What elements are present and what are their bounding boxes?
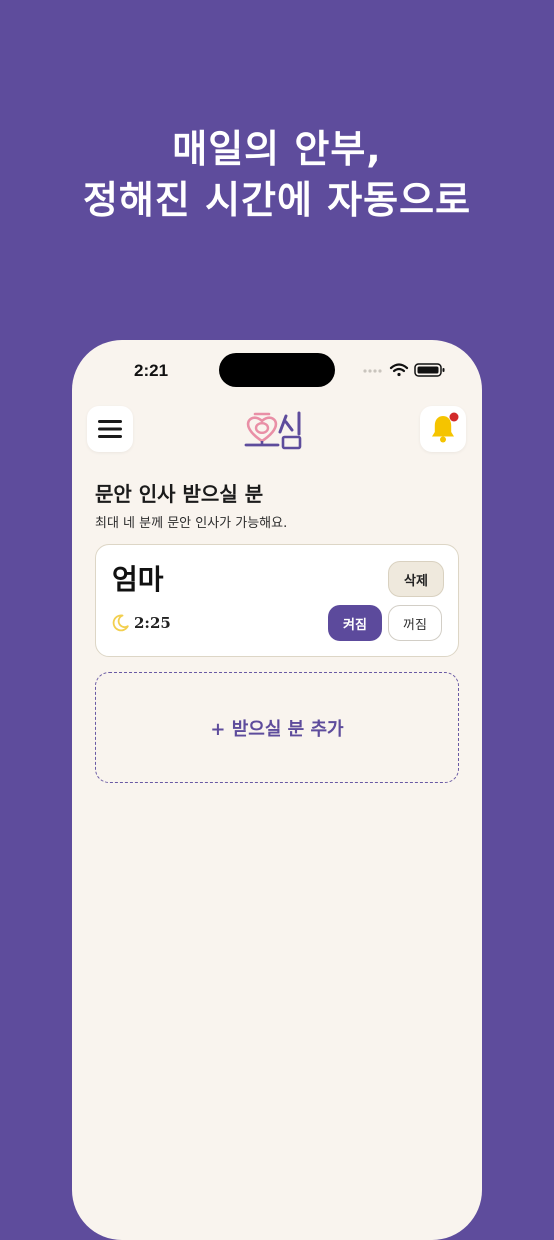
add-recipient-button[interactable]: + 받으실 분 추가 [95, 672, 459, 783]
hamburger-menu-icon [98, 420, 122, 438]
app-logo [244, 411, 302, 450]
battery-icon [414, 363, 445, 377]
delete-button[interactable]: 삭제 [388, 561, 444, 597]
section-subtitle: 최대 네 분께 문안 인사가 가능해요. [95, 516, 288, 531]
recipient-card: 엄마 삭제 2:25 켜짐 꺼짐 [95, 544, 459, 657]
recipient-time: 2:25 [134, 614, 171, 632]
moon-icon [112, 614, 129, 632]
toggle-off-button[interactable]: 꺼짐 [388, 605, 442, 641]
add-recipient-label: + 받으실 분 추가 [210, 718, 344, 740]
greeting-time[interactable]: 2:25 [110, 613, 171, 633]
promo-line-2: 정해진 시간에 자동으로 [82, 178, 472, 222]
toggle-on-button[interactable]: 켜짐 [328, 605, 382, 641]
section-title: 문안 인사 받으실 분 [95, 482, 264, 506]
recipient-name: 엄마 [112, 563, 164, 596]
dynamic-island [219, 353, 335, 387]
phone-screen: 2:21 문안 인사 받으실 분 최대 네 분께 문안 인사가 가능해요. 엄마… [72, 340, 482, 1240]
notification-dot [449, 412, 459, 422]
wifi-icon [389, 363, 409, 377]
bell-icon [432, 412, 459, 443]
status-time: 2:21 [134, 361, 169, 380]
promo-line-1: 매일의 안부, [172, 127, 382, 171]
cellular-signal-icon [363, 369, 382, 373]
promo-headline: 매일의 안부, 정해진 시간에 자동으로 [0, 124, 554, 226]
menu-button[interactable] [87, 406, 133, 452]
status-icons [363, 363, 445, 377]
notifications-button[interactable] [420, 406, 466, 452]
